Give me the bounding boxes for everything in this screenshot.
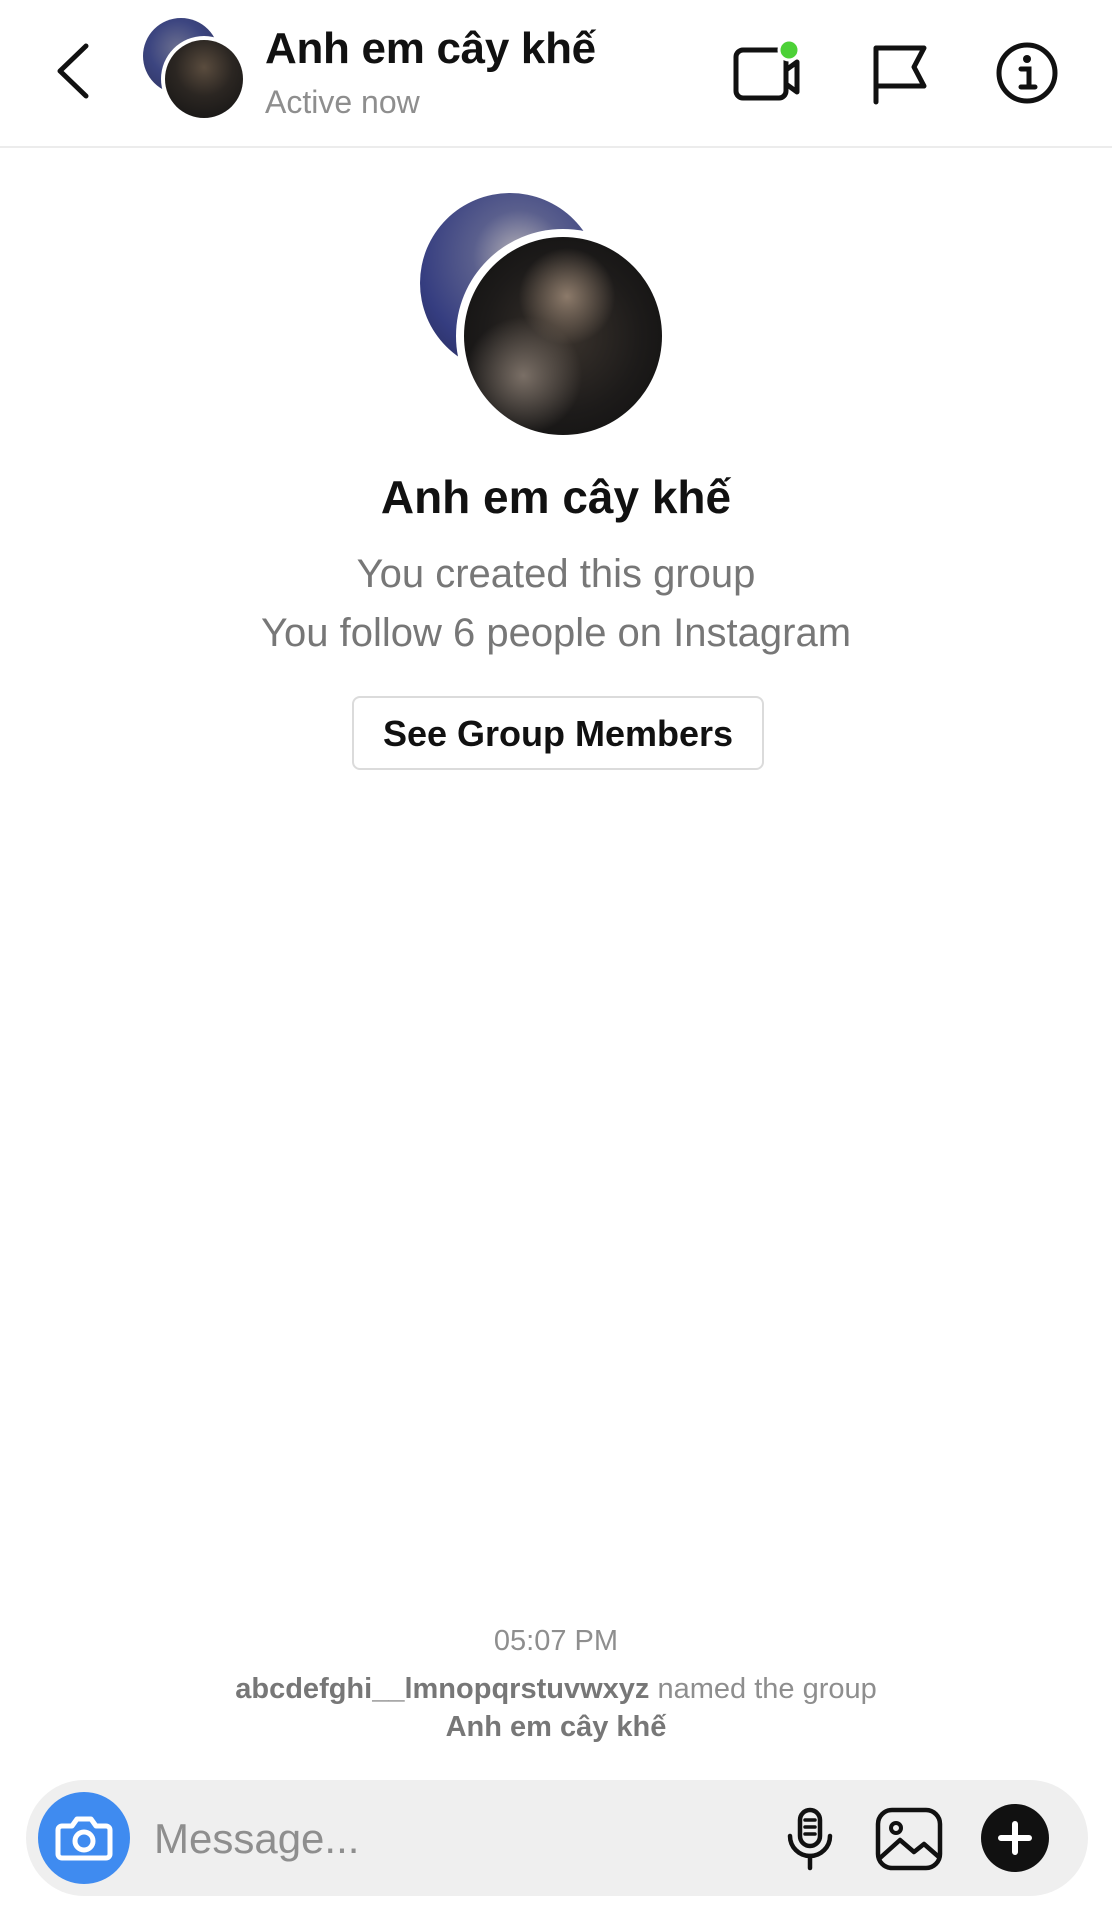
event-message: abcdefghi__lmnopqrstuvwxyz named the gro… xyxy=(0,1673,1112,1706)
group-created-text: You created this group xyxy=(356,552,756,596)
group-avatar-large xyxy=(420,193,675,443)
event-new-group-name: Anh em cây khế xyxy=(445,1711,667,1743)
back-button[interactable] xyxy=(50,40,100,102)
video-call-button[interactable] xyxy=(733,40,803,106)
chat-title[interactable]: Anh em cây khế xyxy=(265,24,596,74)
video-call-icon xyxy=(733,40,801,101)
event-timestamp: 05:07 PM xyxy=(493,1625,619,1657)
info-button[interactable] xyxy=(993,40,1063,106)
chevron-left-icon xyxy=(57,43,89,99)
gallery-button[interactable] xyxy=(874,1806,944,1872)
event-action: named the group xyxy=(657,1673,877,1705)
group-follow-text: You follow 6 people on Instagram xyxy=(260,611,852,655)
flag-button[interactable] xyxy=(868,40,938,106)
camera-icon xyxy=(55,1816,113,1861)
message-composer xyxy=(26,1780,1088,1896)
info-icon xyxy=(996,42,1058,104)
group-avatar[interactable] xyxy=(143,18,251,122)
group-name: Anh em cây khế xyxy=(380,471,732,523)
event-username[interactable]: abcdefghi__lmnopqrstuvwxyz xyxy=(235,1673,649,1705)
avatar-front xyxy=(161,36,247,122)
gallery-icon xyxy=(875,1807,943,1871)
chat-header: Anh em cây khế Active now xyxy=(0,0,1112,148)
avatar-front xyxy=(456,229,670,443)
microphone-button[interactable] xyxy=(778,1806,842,1872)
active-status: Active now xyxy=(265,84,420,120)
see-group-members-button[interactable]: See Group Members xyxy=(352,696,764,770)
plus-icon xyxy=(998,1821,1032,1855)
flag-icon xyxy=(873,45,927,105)
microphone-icon xyxy=(787,1807,833,1871)
message-input[interactable] xyxy=(152,1808,656,1870)
add-button[interactable] xyxy=(981,1804,1049,1872)
camera-button[interactable] xyxy=(38,1792,130,1884)
